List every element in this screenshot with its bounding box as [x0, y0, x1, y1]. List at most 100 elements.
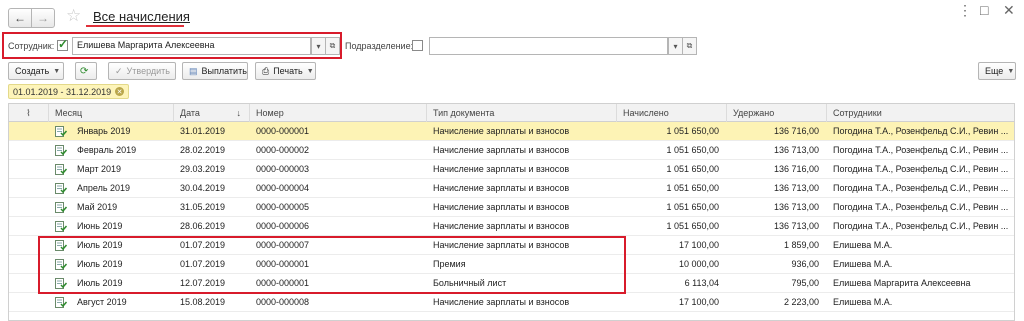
table-row[interactable]: Апрель 2019 30.04.2019 0000-000004 Начислен… — [9, 179, 1014, 198]
cell-type: Начисление зарплаты и взносов — [433, 202, 570, 212]
cell-month: Апрель 2019 — [77, 183, 131, 193]
cell-accrued: 1 051 650,00 — [666, 221, 719, 231]
cell-accrued: 1 051 650,00 — [666, 202, 719, 212]
cell-accrued: 1 051 650,00 — [666, 145, 719, 155]
table-row[interactable]: Февраль 2019 28.02.2019 0000-000002 Начисле… — [9, 141, 1014, 160]
pay-icon: ▤ — [189, 65, 198, 76]
employee-open-button[interactable]: ⧉ — [325, 37, 340, 55]
cell-number: 0000-000005 — [256, 202, 310, 212]
open-link-icon: ⧉ — [329, 41, 336, 50]
pay-button[interactable]: ▤ Выплатить — [182, 62, 248, 80]
cell-number: 0000-000001 — [256, 126, 310, 136]
chevron-down-icon: ▼ — [53, 67, 61, 75]
cell-date: 30.04.2019 — [180, 183, 226, 193]
cell-withheld: 136 713,00 — [773, 145, 819, 155]
forward-button[interactable]: → — [31, 8, 55, 28]
posted-document-icon — [55, 183, 68, 194]
table-row[interactable]: Июнь 2019 28.06.2019 0000-000006 Начисление… — [9, 217, 1014, 236]
table-row[interactable]: Январь 2019 31.01.2019 0000-000001 Начислен… — [9, 122, 1014, 141]
cell-number: 0000-000003 — [256, 164, 310, 174]
cell-accrued: 6 113,04 — [684, 278, 719, 288]
cell-withheld: 1 859,00 — [783, 240, 819, 250]
cell-withheld: 136 713,00 — [773, 202, 819, 212]
cell-employees: Погодина Т.А., Розенфельд С.И., Ревин ..… — [833, 164, 1009, 174]
column-header-doc-type[interactable]: Тип документа — [427, 104, 617, 122]
department-filter-input[interactable] — [429, 37, 668, 55]
cell-type: Начисление зарплаты и взносов — [433, 164, 570, 174]
period-chip-label: 01.01.2019 - 31.12.2019 — [13, 86, 112, 97]
department-filter-checkbox[interactable] — [412, 40, 423, 51]
cell-withheld: 795,00 — [791, 278, 819, 288]
more-menu-icon[interactable]: ⋮ — [958, 2, 972, 19]
approve-button-label: Утвердить — [126, 66, 170, 76]
cell-number: 0000-000006 — [256, 221, 310, 231]
cell-date: 31.05.2019 — [180, 202, 226, 212]
favorite-star-icon[interactable]: ☆ — [66, 6, 81, 26]
cell-type: Начисление зарплаты и взносов — [433, 145, 570, 155]
table-row[interactable]: Март 2019 29.03.2019 0000-000003 Начисление… — [9, 160, 1014, 179]
posted-document-icon — [55, 221, 68, 232]
department-open-button[interactable]: ⧉ — [682, 37, 697, 55]
chevron-down-icon: ▼ — [1007, 67, 1015, 75]
column-header-date[interactable]: Дата ↓ — [174, 104, 250, 122]
close-icon[interactable]: ✕ — [1003, 2, 1015, 19]
column-header-number[interactable]: Номер — [250, 104, 427, 122]
cell-date: 31.01.2019 — [180, 126, 226, 136]
employee-filter-checkbox[interactable]: ✓ — [57, 37, 68, 51]
table-header: ⌇ Месяц Дата ↓ Номер Тип документа Начис… — [9, 104, 1014, 122]
cell-employees: Елишева М.А. — [833, 259, 893, 269]
cell-month: Май 2019 — [77, 202, 118, 212]
cell-date: 15.08.2019 — [180, 297, 226, 307]
cell-date: 28.02.2019 — [180, 145, 226, 155]
printer-icon: ⎙ — [262, 65, 270, 76]
print-button[interactable]: ⎙ Печать ▼ — [255, 62, 316, 80]
cell-accrued: 17 100,00 — [678, 297, 719, 307]
table-row[interactable]: Август 2019 15.08.2019 0000-000008 Начислен… — [9, 293, 1014, 312]
more-button[interactable]: Еще ▼ — [978, 62, 1016, 80]
refresh-icon: ⟳ — [80, 65, 89, 77]
pay-button-label: Выплатить — [201, 66, 247, 76]
cell-withheld: 136 716,00 — [773, 164, 819, 174]
cell-month: Июнь 2019 — [77, 221, 123, 231]
employee-dropdown-button[interactable]: ▾ — [311, 37, 326, 55]
cell-employees: Елишева М.А. — [833, 240, 893, 250]
cell-number: 0000-000008 — [256, 297, 310, 307]
cell-withheld: 2 223,00 — [783, 297, 819, 307]
approve-button[interactable]: ✓ Утвердить — [108, 62, 176, 80]
chevron-down-icon: ▾ — [316, 41, 321, 51]
print-button-label: Печать — [273, 66, 303, 76]
attachment-column-header[interactable]: ⌇ — [9, 104, 49, 122]
column-header-withheld[interactable]: Удержано — [727, 104, 827, 122]
create-button[interactable]: Создать ▼ — [8, 62, 64, 80]
back-button[interactable]: ← — [8, 8, 32, 28]
cell-type: Начисление зарплаты и взносов — [433, 183, 570, 193]
page-title: Все начисления — [93, 9, 190, 24]
forward-arrow-icon: → — [37, 11, 49, 25]
cell-employees: Погодина Т.А., Розенфельд С.И., Ревин ..… — [833, 183, 1009, 193]
cell-month: Январь 2019 — [77, 126, 131, 136]
refresh-button[interactable]: ⟳ — [75, 62, 97, 80]
employee-filter-input[interactable]: Елишева Маргарита Алексеевна — [72, 37, 311, 55]
column-header-date-label: Дата — [180, 108, 200, 118]
cell-withheld: 936,00 — [791, 259, 819, 269]
department-dropdown-button[interactable]: ▾ — [668, 37, 683, 55]
column-header-month[interactable]: Месяц — [49, 104, 174, 122]
sort-arrow-icon: ↓ — [236, 108, 242, 118]
cell-type: Начисление зарплаты и взносов — [433, 126, 570, 136]
cell-accrued: 1 051 650,00 — [666, 183, 719, 193]
posted-document-icon — [55, 297, 68, 308]
posted-document-icon — [55, 202, 68, 213]
cell-accrued: 17 100,00 — [678, 240, 719, 250]
cell-accrued: 1 051 650,00 — [666, 164, 719, 174]
period-filter-chip[interactable]: 01.01.2019 - 31.12.2019 ✕ — [8, 84, 130, 99]
cell-date: 29.03.2019 — [180, 164, 226, 174]
clear-period-icon[interactable]: ✕ — [115, 87, 125, 96]
table-row[interactable]: Май 2019 31.05.2019 0000-000005 Начисление … — [9, 198, 1014, 217]
column-header-accrued[interactable]: Начислено — [617, 104, 727, 122]
posted-document-icon — [55, 126, 68, 137]
column-header-employees[interactable]: Сотрудники — [827, 104, 1014, 122]
cell-employees: Погодина Т.А., Розенфельд С.И., Ревин ..… — [833, 126, 1009, 136]
paperclip-icon: ⌇ — [26, 108, 31, 118]
maximize-icon[interactable]: □ — [980, 2, 988, 18]
create-button-label: Создать — [15, 66, 50, 76]
